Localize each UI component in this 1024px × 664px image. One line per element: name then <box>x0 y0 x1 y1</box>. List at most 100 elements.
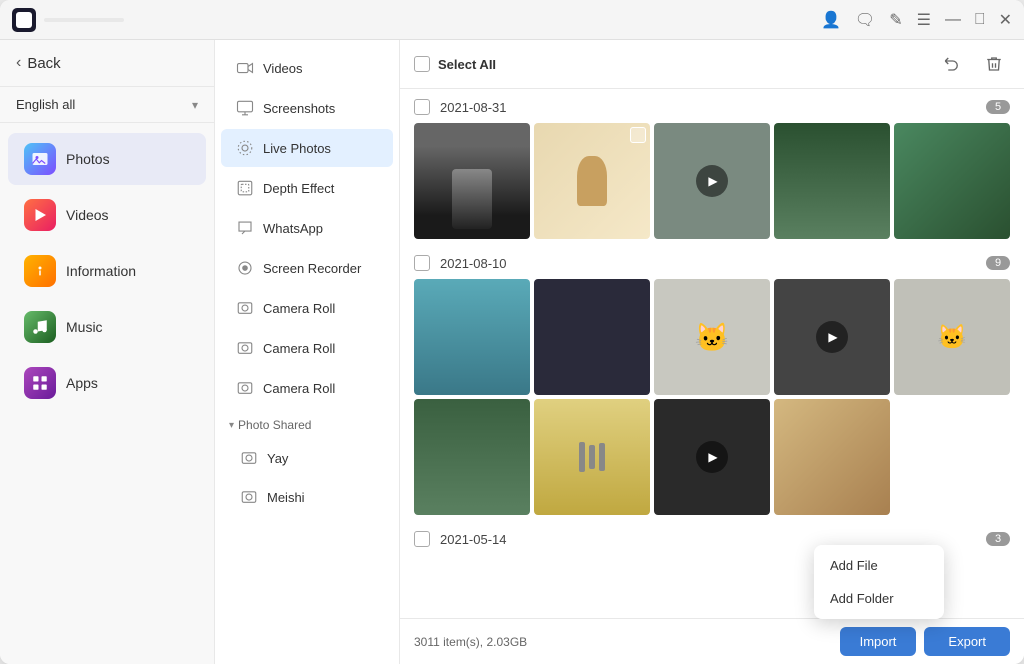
photo-cell[interactable]: 🐱 <box>894 279 1010 395</box>
date-label-2: 2021-08-10 <box>440 256 976 271</box>
comment-icon[interactable]: 🗨 <box>855 10 875 30</box>
mid-item-label-yay: Yay <box>267 451 288 466</box>
import-button[interactable]: Import <box>840 627 917 656</box>
photo-grid-2: 🐱 🐱 <box>414 279 1010 515</box>
mid-item-screen-recorder[interactable]: Screen Recorder <box>221 249 393 287</box>
sidebar-item-photos[interactable]: Photos <box>8 133 206 185</box>
mid-whatsapp-icon <box>235 218 255 238</box>
language-text: English all <box>16 97 75 112</box>
mid-yay-icon <box>239 448 259 468</box>
photo-cell[interactable] <box>774 279 890 395</box>
app-icon <box>12 8 36 32</box>
mid-item-label-camera-roll-1: Camera Roll <box>263 301 335 316</box>
profile-icon[interactable]: 👤 <box>821 10 841 30</box>
content-scroll[interactable]: 2021-08-31 5 <box>400 89 1024 618</box>
photos-icon <box>24 143 56 175</box>
select-all-row: Select AII <box>414 56 496 72</box>
menu-icon[interactable]: ☰ <box>917 10 931 30</box>
mid-section-photo-shared: ▾ Photo Shared <box>215 408 399 438</box>
photo-cell[interactable] <box>534 399 650 515</box>
context-menu-add-file[interactable]: Add File <box>814 549 944 582</box>
select-all-checkbox[interactable] <box>414 56 430 72</box>
mid-item-label-camera-roll-2: Camera Roll <box>263 341 335 356</box>
dropdown-arrow-icon: ▾ <box>192 98 198 112</box>
mid-live-photos-icon <box>235 138 255 158</box>
mid-item-live-photos[interactable]: Live Photos <box>221 129 393 167</box>
context-menu-add-folder[interactable]: Add Folder <box>814 582 944 615</box>
date-checkbox-2[interactable] <box>414 255 430 271</box>
select-all-label[interactable]: Select AII <box>438 57 496 72</box>
mid-videos-icon <box>235 58 255 78</box>
maximize-button[interactable]: ⎕ <box>975 11 985 29</box>
mid-item-label-videos: Videos <box>263 61 303 76</box>
photo-cell[interactable] <box>654 399 770 515</box>
mid-item-camera-roll-1[interactable]: Camera Roll <box>221 289 393 327</box>
language-dropdown[interactable]: English all ▾ <box>0 87 214 123</box>
mid-item-camera-roll-3[interactable]: Camera Roll <box>221 369 393 407</box>
photo-cell[interactable] <box>534 123 650 239</box>
mid-item-videos[interactable]: Videos <box>221 49 393 87</box>
play-button-overlay[interactable] <box>696 165 728 197</box>
sidebar-item-information[interactable]: Information <box>8 245 206 297</box>
mid-depth-effect-icon <box>235 178 255 198</box>
export-button[interactable]: Export <box>924 627 1010 656</box>
titlebar: 👤 🗨 ✎ ☰ — ⎕ ✕ <box>0 0 1024 40</box>
bottom-bar: 3011 item(s), 2.03GB Import Export Add F… <box>400 618 1024 664</box>
apps-icon <box>24 367 56 399</box>
undo-button[interactable] <box>936 48 968 80</box>
mid-item-whatsapp[interactable]: WhatsApp <box>221 209 393 247</box>
back-label: Back <box>27 55 60 72</box>
sidebar-item-music[interactable]: Music <box>8 301 206 353</box>
mid-item-label-whatsapp: WhatsApp <box>263 221 323 236</box>
photo-shared-section-header[interactable]: ▾ Photo Shared <box>229 414 385 436</box>
mid-item-depth-effect[interactable]: Depth Effect <box>221 169 393 207</box>
section-arrow-icon: ▾ <box>229 420 234 431</box>
sidebar-item-label-photos: Photos <box>66 151 110 167</box>
mid-panel: Videos Screenshots Live Photos Depth Eff… <box>215 40 400 664</box>
mid-item-label-meishi: Meishi <box>267 490 305 505</box>
mid-screen-recorder-icon <box>235 258 255 278</box>
minimize-button[interactable]: — <box>945 11 961 29</box>
photo-grid-1 <box>414 123 1010 239</box>
photo-cell[interactable] <box>894 123 1010 239</box>
sidebar-item-apps[interactable]: Apps <box>8 357 206 409</box>
play-button-overlay[interactable] <box>816 321 848 353</box>
photo-cell[interactable]: 🐱 <box>654 279 770 395</box>
edit-icon[interactable]: ✎ <box>889 10 902 30</box>
photo-cell[interactable] <box>534 279 650 395</box>
mid-item-label-depth-effect: Depth Effect <box>263 181 334 196</box>
item-count: 3011 item(s), 2.03GB <box>414 635 527 649</box>
mid-item-camera-roll-2[interactable]: Camera Roll <box>221 329 393 367</box>
date-header-2: 2021-08-10 9 <box>414 255 1010 271</box>
delete-button[interactable] <box>978 48 1010 80</box>
mid-screenshots-icon <box>235 98 255 118</box>
sidebar-item-label-information: Information <box>66 263 136 279</box>
content-toolbar: Select AII <box>400 40 1024 89</box>
mid-item-meishi[interactable]: Meishi <box>225 478 393 516</box>
toolbar-right <box>936 48 1010 80</box>
play-button-overlay[interactable] <box>696 441 728 473</box>
sidebar-item-videos[interactable]: Videos <box>8 189 206 241</box>
photo-checkbox[interactable] <box>630 127 646 143</box>
photo-cell[interactable] <box>414 123 530 239</box>
photo-cell[interactable] <box>654 123 770 239</box>
mid-item-label-screenshots: Screenshots <box>263 101 335 116</box>
photo-cell[interactable] <box>414 279 530 395</box>
photo-cell[interactable] <box>774 123 890 239</box>
mid-item-yay[interactable]: Yay <box>225 439 393 477</box>
mid-camera-roll-2-icon <box>235 338 255 358</box>
close-button[interactable]: ✕ <box>999 10 1012 30</box>
sidebar: ‹ Back English all ▾ Photos Vid <box>0 40 215 664</box>
date-checkbox-1[interactable] <box>414 99 430 115</box>
mid-camera-roll-1-icon <box>235 298 255 318</box>
mid-camera-roll-3-icon <box>235 378 255 398</box>
back-button[interactable]: ‹ Back <box>0 40 214 87</box>
date-section-2021-08-31: 2021-08-31 5 <box>414 99 1010 239</box>
date-checkbox-3[interactable] <box>414 531 430 547</box>
date-section-2021-08-10: 2021-08-10 9 🐱 <box>414 255 1010 515</box>
photo-cell[interactable] <box>414 399 530 515</box>
music-icon <box>24 311 56 343</box>
mid-item-label-camera-roll-3: Camera Roll <box>263 381 335 396</box>
mid-item-screenshots[interactable]: Screenshots <box>221 89 393 127</box>
photo-cell[interactable] <box>774 399 890 515</box>
